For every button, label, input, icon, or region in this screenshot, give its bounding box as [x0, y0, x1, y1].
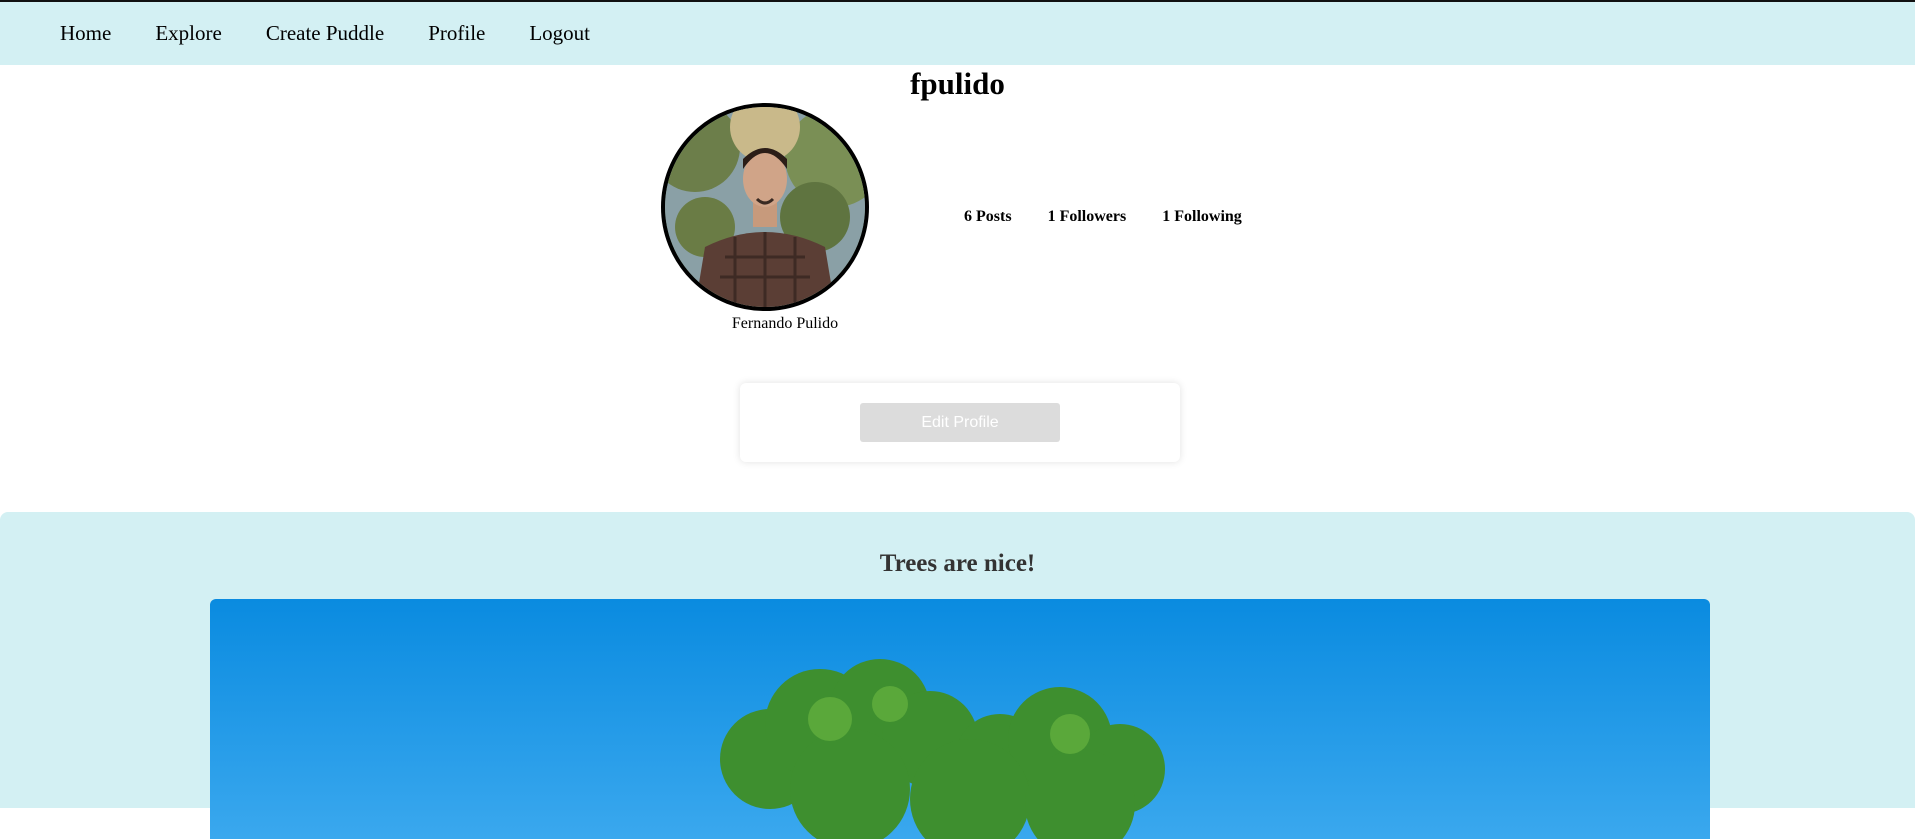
nav-logout-link[interactable]: Logout	[529, 21, 590, 46]
nav-explore-link[interactable]: Explore	[155, 21, 221, 46]
edit-profile-button[interactable]: Edit Profile	[860, 403, 1060, 442]
profile-full-name: Fernando Pulido	[731, 315, 839, 332]
nav-home-link[interactable]: Home	[60, 21, 111, 46]
avatar	[661, 103, 869, 311]
nav-profile-link[interactable]: Profile	[428, 21, 485, 46]
avatar-photo	[665, 107, 865, 307]
post-title: Trees are nice!	[879, 550, 1036, 577]
post-image[interactable]	[210, 599, 1710, 839]
edit-profile-card: Edit Profile	[740, 383, 1180, 462]
profile-username: fpulido	[910, 66, 1005, 101]
posts-count[interactable]: 6 Posts	[964, 208, 1012, 226]
following-count[interactable]: 1 Following	[1162, 208, 1242, 226]
profile-stats: 6 Posts 1 Followers 1 Following	[964, 208, 1278, 226]
nav-create-puddle-link[interactable]: Create Puddle	[266, 21, 384, 46]
top-navbar: Home Explore Create Puddle Profile Logou…	[0, 2, 1915, 65]
followers-count[interactable]: 1 Followers	[1048, 208, 1127, 226]
tree-photo	[210, 599, 1710, 839]
posts-feed: Trees are nice!	[0, 512, 1915, 839]
